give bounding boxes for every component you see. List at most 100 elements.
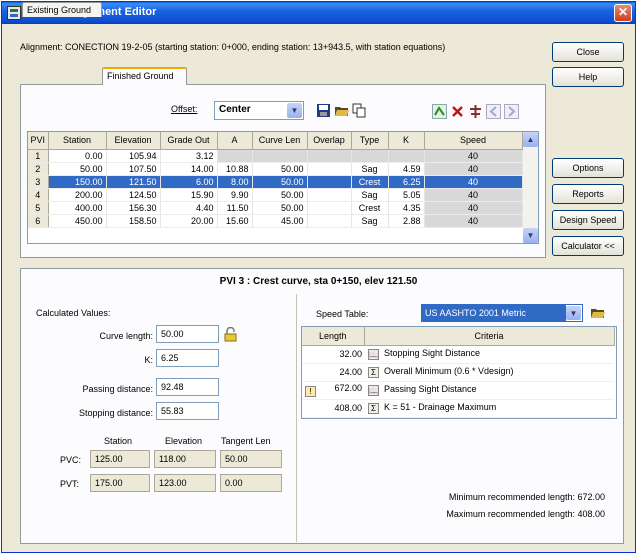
pvi-options-icon[interactable] [468,104,483,119]
grid-cell[interactable]: 50.00 [252,188,308,202]
criteria-row[interactable]: ! 672.00 📖 Passing Sight Distance [302,381,614,400]
grid-col-header[interactable]: A [217,132,253,150]
grid-col-header[interactable]: Speed [424,132,523,150]
grid-col-header[interactable]: Elevation [106,132,161,150]
copy-icon[interactable] [352,103,367,118]
grid-cell[interactable]: 6.25 [388,175,425,189]
grid-cell[interactable]: 6.00 [160,175,218,189]
grid-cell[interactable]: 156.30 [106,201,161,215]
grid-col-header[interactable]: Curve Len [252,132,308,150]
grid-cell[interactable]: 5.05 [388,188,425,202]
grid-cell[interactable] [307,162,352,176]
table-row[interactable]: 2 50.00 107.50 14.00 10.88 50.00 Sag 4.59 40 [28,162,523,176]
grid-cell[interactable]: 50.00 [252,175,308,189]
criteria-row[interactable]: 32.00 📖 Stopping Sight Distance [302,345,614,364]
open-folder-icon[interactable] [590,305,605,320]
grid-cell[interactable]: 2.88 [388,214,425,228]
grid-cell[interactable]: 10.88 [217,162,253,176]
criteria-row[interactable]: 24.00 Σ Overall Minimum (0.6 * Vdesign) [302,363,614,382]
close-button[interactable]: Close [552,42,624,62]
insert-pvi-icon[interactable] [432,104,447,119]
calculator-button[interactable]: Calculator << [552,236,624,256]
grid-cell[interactable]: 4 [28,188,49,202]
tab-finished-ground[interactable]: Finished Ground [102,67,187,85]
grid-cell[interactable] [307,214,352,228]
grid-cell[interactable] [388,149,425,163]
tab-existing-ground[interactable]: Existing Ground [22,2,102,17]
grid-cell[interactable]: 8.00 [217,175,253,189]
grid-cell[interactable]: 200.00 [48,188,107,202]
criteria-row[interactable]: 408.00 Σ K = 51 - Drainage Maximum [302,399,614,418]
grid-cell[interactable]: 6 [28,214,49,228]
grid-cell[interactable]: 40 [424,175,523,189]
grid-cell[interactable]: 4.59 [388,162,425,176]
next-pvi-icon[interactable] [504,104,519,119]
grid-cell[interactable]: 124.50 [106,188,161,202]
grid-cell[interactable]: Crest [351,201,389,215]
grid-cell[interactable]: 11.50 [217,201,253,215]
grid-col-header[interactable]: PVI [28,132,49,150]
table-row[interactable]: 1 0.00 105.94 3.12 40 [28,149,523,163]
design-speed-button[interactable]: Design Speed [552,210,624,230]
grid-cell[interactable]: 158.50 [106,214,161,228]
help-button[interactable]: Help [552,67,624,87]
chevron-down-icon[interactable]: ▼ [287,103,302,118]
lock-icon[interactable] [223,327,238,342]
grid-cell[interactable]: 1 [28,149,49,163]
grid-cell[interactable]: 20.00 [160,214,218,228]
grid-cell[interactable]: 45.00 [252,214,308,228]
passing-distance-input[interactable]: 92.48 [156,378,219,396]
grid-cell[interactable]: 40 [424,162,523,176]
grid-cell[interactable]: Sag [351,188,389,202]
window-close-button[interactable]: ✕ [614,4,632,22]
grid-cell[interactable] [217,149,253,163]
chevron-down-icon[interactable]: ▼ [566,306,581,320]
table-row[interactable]: 6 450.00 158.50 20.00 15.60 45.00 Sag 2.88 40 [28,214,523,228]
grid-cell[interactable] [307,201,352,215]
grid-col-header[interactable]: Type [351,132,389,150]
grid-cell[interactable]: 4.35 [388,201,425,215]
reports-button[interactable]: Reports [552,184,624,204]
save-icon[interactable] [316,103,331,118]
grid-cell[interactable]: 15.60 [217,214,253,228]
grid-col-header[interactable]: K [388,132,425,150]
grid-col-header[interactable]: Grade Out [160,132,218,150]
open-folder-icon[interactable] [334,103,349,118]
previous-pvi-icon[interactable] [486,104,501,119]
stopping-distance-input[interactable]: 55.83 [156,402,219,420]
grid-cell[interactable]: 5 [28,201,49,215]
grid-cell[interactable]: 40 [424,201,523,215]
grid-cell[interactable]: 0.00 [48,149,107,163]
offset-select[interactable]: Center ▼ [214,101,304,120]
grid-cell[interactable]: 40 [424,149,523,163]
grid-cell[interactable]: 400.00 [48,201,107,215]
grid-cell[interactable]: 14.00 [160,162,218,176]
curve-length-input[interactable]: 50.00 [156,325,219,343]
grid-cell[interactable]: 105.94 [106,149,161,163]
grid-cell[interactable]: 15.90 [160,188,218,202]
grid-cell[interactable]: 150.00 [48,175,107,189]
scroll-up-icon[interactable]: ▲ [523,132,538,147]
delete-pvi-icon[interactable] [450,104,465,119]
grid-cell[interactable]: Sag [351,162,389,176]
grid-cell[interactable]: 107.50 [106,162,161,176]
grid-cell[interactable] [307,188,352,202]
grid-cell[interactable]: Sag [351,214,389,228]
pvi-grid[interactable]: PVI Station Elevation Grade Out A Curve Len Ov… [27,131,539,244]
speed-table-select[interactable]: US AASHTO 2001 Metric ▼ [421,304,583,322]
grid-cell[interactable] [307,175,352,189]
table-row[interactable]: 5 400.00 156.30 4.40 11.50 50.00 Crest 4.35 40 [28,201,523,215]
grid-cell[interactable] [252,149,308,163]
grid-col-header[interactable]: Station [48,132,107,150]
grid-cell[interactable]: 50.00 [252,162,308,176]
grid-cell[interactable]: 3.12 [160,149,218,163]
table-row[interactable]: 4 200.00 124.50 15.90 9.90 50.00 Sag 5.05 40 [28,188,523,202]
grid-cell[interactable]: 50.00 [48,162,107,176]
grid-cell[interactable]: 450.00 [48,214,107,228]
grid-cell[interactable] [307,149,352,163]
grid-cell[interactable]: 2 [28,162,49,176]
table-row[interactable]: 3 150.00 121.50 6.00 8.00 50.00 Crest 6.25 40 [28,175,523,189]
scroll-down-icon[interactable]: ▼ [523,228,538,243]
options-button[interactable]: Options [552,158,624,178]
grid-cell[interactable]: Crest [351,175,389,189]
